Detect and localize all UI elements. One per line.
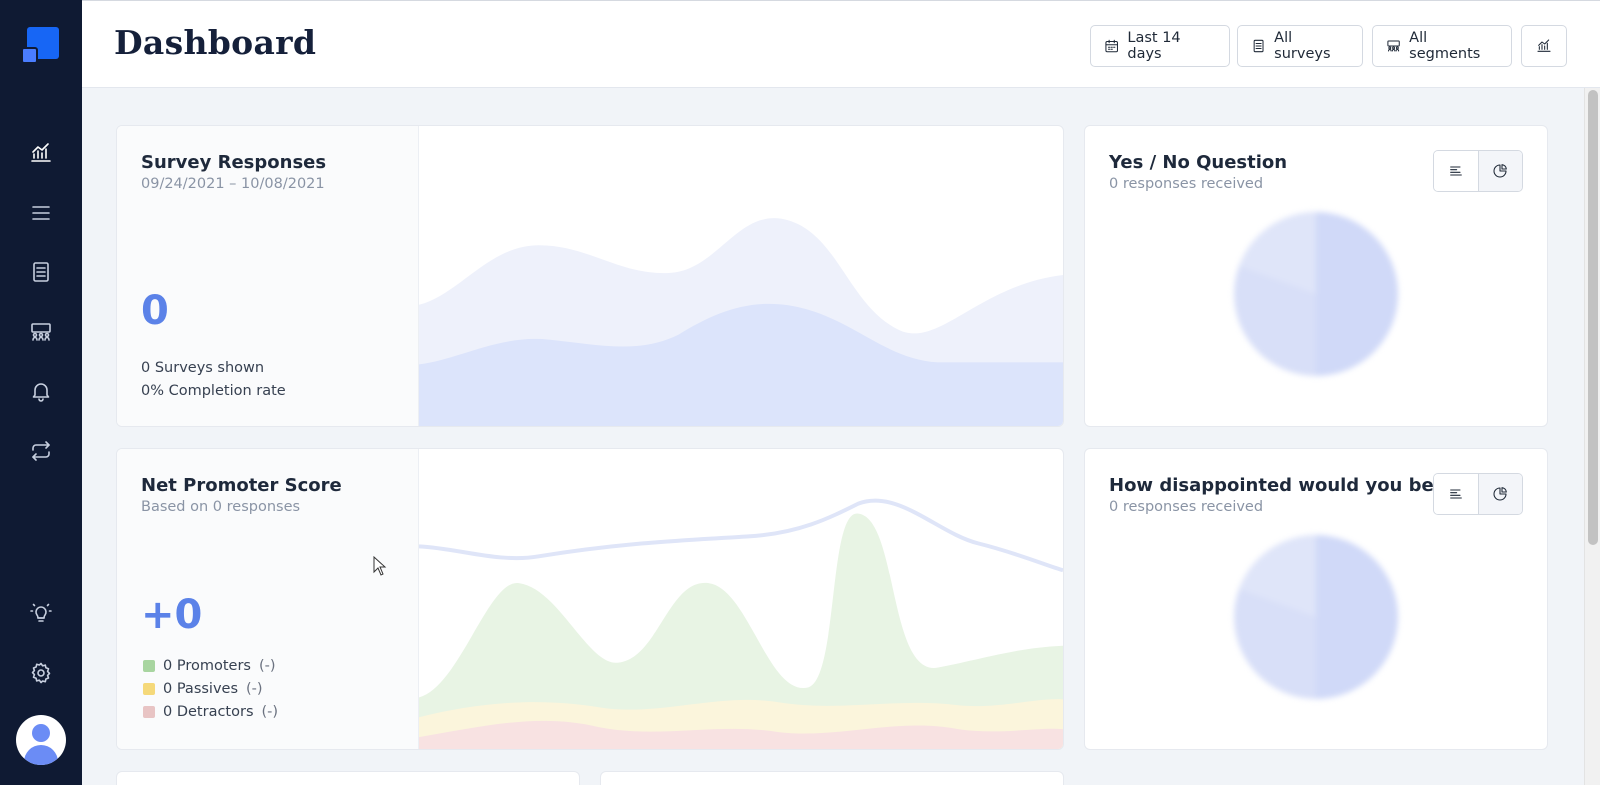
responses-chart-placeholder (419, 126, 1063, 426)
legend-passives: 0 Passives (-) (143, 681, 263, 697)
chart-icon (31, 143, 51, 162)
disappointed-question-card: How disappointed would you be ... 0 resp… (1084, 448, 1548, 750)
align-left-icon (1450, 489, 1462, 499)
sidebar-item-segments[interactable] (27, 318, 55, 346)
pie-chart-icon (1493, 164, 1508, 178)
date-range-button[interactable]: Last 14 days (1090, 25, 1230, 67)
pie-view-button[interactable] (1477, 151, 1522, 191)
avatar[interactable] (16, 715, 66, 765)
responses-count: 0 (141, 288, 169, 334)
repeat-icon (32, 441, 50, 461)
legend-promoters: 0 Promoters (-) (143, 658, 276, 674)
legend-detractors: 0 Detractors (-) (143, 704, 278, 720)
chart-icon (1537, 39, 1551, 52)
responses-received: 0 responses received (1109, 176, 1264, 192)
chart-type-toggle (1433, 150, 1523, 192)
surveys-filter-label: All surveys (1274, 30, 1331, 62)
mouse-cursor-icon (373, 556, 387, 576)
segments-filter-button[interactable]: All segments (1372, 25, 1512, 67)
card-title: Yes / No Question (1109, 152, 1288, 173)
card-title: Net Promoter Score (141, 475, 342, 496)
users-group-icon (31, 323, 51, 341)
date-range-label: Last 14 days (1127, 30, 1181, 62)
bar-view-button[interactable] (1434, 151, 1478, 191)
chart-type-toggle (1433, 473, 1523, 515)
chart-view-button[interactable] (1521, 25, 1567, 67)
card-partial (116, 771, 580, 785)
nps-score: +0 (141, 592, 203, 638)
yes-no-question-card: Yes / No Question 0 responses received (1084, 125, 1548, 427)
segments-filter-label: All segments (1409, 30, 1481, 62)
app-logo[interactable] (21, 27, 59, 65)
page-header: Dashboard Last 14 days All surveys All s… (82, 0, 1600, 88)
page-scrollbar[interactable] (1584, 88, 1600, 785)
sidebar-item-notifications[interactable] (27, 377, 55, 405)
responses-received: 0 responses received (1109, 499, 1264, 515)
sidebar-item-integrations[interactable] (27, 437, 55, 465)
pie-chart-placeholder (1234, 212, 1398, 376)
bell-icon (32, 383, 50, 402)
users-group-icon (1387, 40, 1400, 52)
pie-view-button[interactable] (1477, 474, 1522, 514)
calendar-icon (1105, 39, 1118, 53)
document-list-icon (33, 262, 49, 282)
card-title: Survey Responses (141, 152, 327, 173)
align-left-icon (1450, 166, 1462, 176)
nps-card: Net Promoter Score Based on 0 responses … (116, 448, 1064, 750)
pie-chart-icon (1493, 487, 1508, 501)
page-title: Dashboard (114, 23, 317, 62)
surveys-shown: 0 Surveys shown (141, 360, 265, 376)
sidebar (0, 0, 82, 785)
menu-lines-icon (32, 206, 50, 220)
nps-subtitle: Based on 0 responses (141, 499, 301, 515)
gear-icon (31, 662, 51, 684)
sidebar-item-list[interactable] (27, 199, 55, 227)
document-list-icon (1253, 39, 1264, 53)
completion-rate: 0% Completion rate (141, 383, 286, 399)
lightbulb-icon (30, 603, 52, 622)
sidebar-item-ideas[interactable] (27, 599, 55, 627)
survey-responses-card: Survey Responses 09/24/2021 – 10/08/2021… (116, 125, 1064, 427)
card-title: How disappointed would you be ... (1109, 475, 1461, 496)
nps-chart-placeholder (419, 449, 1063, 749)
sidebar-item-analytics[interactable] (27, 139, 55, 167)
card-partial (600, 771, 1064, 785)
pie-chart-placeholder (1234, 535, 1398, 699)
date-range-text: 09/24/2021 – 10/08/2021 (141, 176, 325, 192)
scrollbar-thumb[interactable] (1588, 90, 1598, 545)
sidebar-item-settings[interactable] (27, 659, 55, 687)
bar-view-button[interactable] (1434, 474, 1478, 514)
surveys-filter-button[interactable]: All surveys (1237, 25, 1363, 67)
sidebar-item-surveys[interactable] (27, 258, 55, 286)
